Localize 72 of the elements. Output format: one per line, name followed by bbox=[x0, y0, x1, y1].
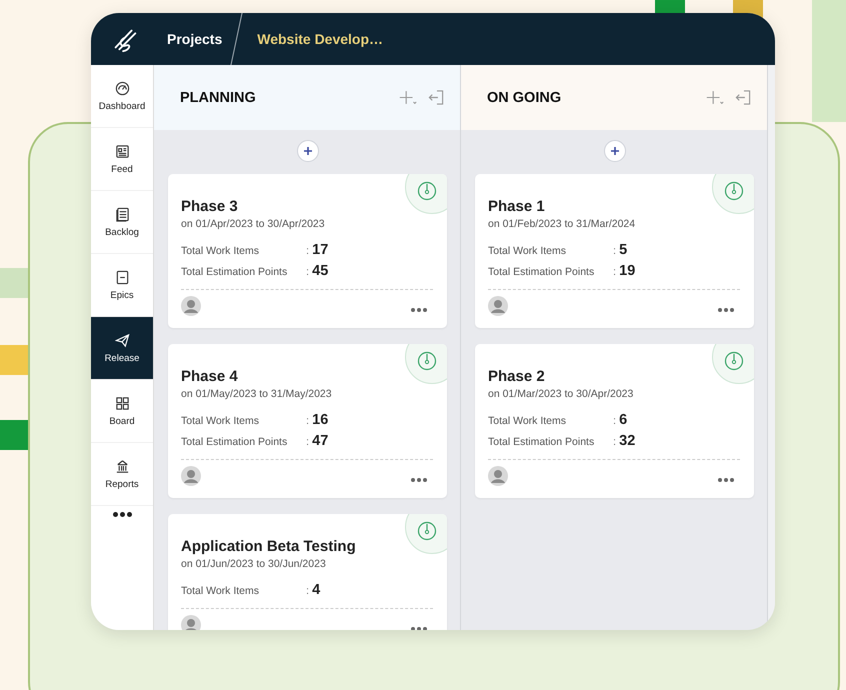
stat-label: Total Work Items bbox=[488, 415, 567, 427]
stat-value: : 45 bbox=[306, 263, 328, 279]
add-card-button[interactable] bbox=[296, 140, 318, 162]
decor-stripe bbox=[0, 268, 28, 298]
stat-value: : 17 bbox=[306, 242, 328, 258]
stat-value: : 5 bbox=[613, 242, 628, 258]
breadcrumb-link[interactable]: Website Develop… bbox=[257, 31, 384, 47]
date-range: on 01/Feb/2023 to 31/Mar/2024 bbox=[488, 218, 636, 230]
release-card[interactable]: Application Beta Testing on 01/Jun/2023 to 30/Jun/2023 Total Work Items : 4 bbox=[168, 514, 447, 630]
paper-plane-icon bbox=[114, 332, 130, 348]
card-title: Phase 2 bbox=[488, 368, 546, 385]
stat-label: Total Work Items bbox=[181, 415, 260, 427]
stat-label: Total Estimation Points bbox=[181, 266, 288, 278]
release-card[interactable]: Phase 2 on 01/Mar/2023 to 30/Apr/2023 Total Work Items : 6 Total Estimation Points : 32 bbox=[475, 344, 754, 498]
sidebar-item[interactable]: Feed bbox=[91, 128, 153, 191]
more-options-icon[interactable] bbox=[411, 478, 427, 482]
card-title: Application Beta Testing bbox=[181, 538, 357, 555]
add-dropdown-icon[interactable] bbox=[705, 89, 725, 106]
stat-label: Total Estimation Points bbox=[488, 436, 596, 448]
document-icon bbox=[114, 270, 130, 284]
add-card-button[interactable] bbox=[604, 140, 626, 162]
sidebar-item[interactable]: Release bbox=[91, 317, 153, 380]
stat-value: : 32 bbox=[613, 433, 636, 449]
decor-stripe bbox=[0, 420, 28, 450]
more-icon[interactable] bbox=[112, 512, 132, 517]
breadcrumb-link[interactable]: Projects bbox=[167, 31, 222, 47]
add-dropdown-icon[interactable] bbox=[398, 89, 418, 106]
document-icon bbox=[114, 206, 130, 222]
release-card[interactable]: Phase 4 on 01/May/2023 to 31/May/2023 Total Work Items : 16 Total Estimation Points : 47 bbox=[168, 344, 447, 498]
avatar-icon bbox=[181, 296, 201, 316]
stat-label: Total Work Items bbox=[181, 585, 260, 597]
stat-label: Total Work Items bbox=[181, 245, 260, 257]
sidebar-item[interactable]: Backlog bbox=[91, 191, 153, 254]
stat-value: : 19 bbox=[613, 263, 636, 279]
grid-icon bbox=[114, 396, 130, 410]
plus-icon bbox=[610, 146, 620, 156]
date-range: on 01/May/2023 to 31/May/2023 bbox=[181, 388, 333, 400]
document-icon bbox=[114, 144, 130, 158]
sidebar-item[interactable]: Reports bbox=[91, 443, 153, 506]
decor-stripe bbox=[0, 345, 28, 375]
avatar-icon bbox=[181, 466, 201, 486]
column-title: ON GOING bbox=[487, 90, 562, 106]
card-title: Phase 3 bbox=[181, 198, 239, 215]
plus-icon bbox=[302, 146, 312, 156]
more-options-icon[interactable] bbox=[718, 308, 734, 312]
collapse-icon[interactable] bbox=[733, 89, 753, 106]
stat-value: : 47 bbox=[306, 433, 328, 449]
more-options-icon[interactable] bbox=[411, 308, 427, 312]
card-title: Phase 1 bbox=[488, 198, 546, 215]
more-options-icon[interactable] bbox=[411, 627, 427, 630]
bank-icon bbox=[114, 458, 130, 474]
sidebar-item[interactable]: Dashboard bbox=[91, 65, 153, 128]
avatar-icon bbox=[181, 615, 201, 630]
card-title: Phase 4 bbox=[181, 368, 239, 385]
stat-value: : 4 bbox=[306, 582, 320, 598]
avatar-icon bbox=[488, 296, 508, 316]
stat-label: Total Estimation Points bbox=[488, 266, 596, 278]
more-options-icon[interactable] bbox=[718, 478, 734, 482]
stat-label: Total Work Items bbox=[488, 245, 567, 257]
stat-label: Total Estimation Points bbox=[181, 436, 288, 448]
release-card[interactable]: Phase 1 on 01/Feb/2023 to 31/Mar/2024 Total Work Items : 5 Total Estimation Points : 19 bbox=[475, 174, 754, 328]
column-title: PLANNING bbox=[180, 90, 257, 106]
date-range: on 01/Mar/2023 to 30/Apr/2023 bbox=[488, 388, 634, 400]
collapse-icon[interactable] bbox=[426, 89, 446, 106]
gauge-icon bbox=[114, 80, 130, 96]
stat-value: : 6 bbox=[613, 412, 628, 428]
date-range: on 01/Apr/2023 to 30/Apr/2023 bbox=[181, 218, 326, 230]
avatar-icon bbox=[488, 466, 508, 486]
date-range: on 01/Jun/2023 to 30/Jun/2023 bbox=[181, 558, 327, 570]
release-card[interactable]: Phase 3 on 01/Apr/2023 to 30/Apr/2023 Total Work Items : 17 Total Estimation Points : 45 bbox=[168, 174, 447, 328]
stat-value: : 16 bbox=[306, 412, 328, 428]
sidebar-item[interactable]: Board bbox=[91, 380, 153, 443]
